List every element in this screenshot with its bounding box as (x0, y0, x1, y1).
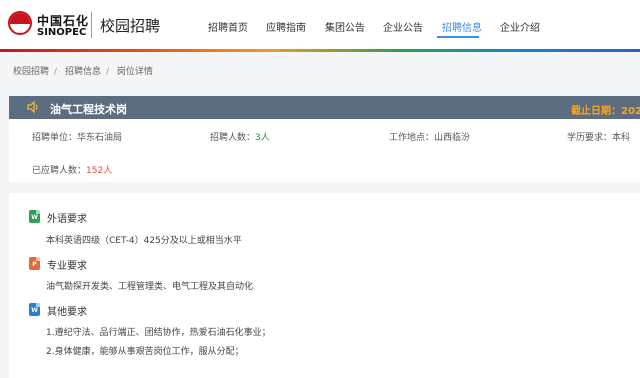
sinopec-logo-icon[interactable] (8, 11, 32, 35)
field-count-label: 招聘人数： (210, 133, 256, 143)
requirement-text-language: 本科英语四级（CET-4）425分及以上或相当水平 (46, 236, 242, 246)
field-education-label: 学历要求： (567, 133, 613, 143)
active-nav-underline (437, 36, 479, 38)
field-education: 学历要求：本科 (567, 130, 630, 143)
field-location-value: 山西临汾 (434, 133, 471, 143)
requirement-text-other-2: 2.身体健康，能够从事艰苦岗位工作，服从分配； (46, 347, 244, 357)
word-doc-icon: W (29, 303, 40, 316)
nav-item-company-notice[interactable]: 企业公告 (383, 19, 423, 34)
breadcrumb-job-detail: 岗位详情 (116, 67, 153, 77)
ppt-doc-icon: P (29, 257, 40, 270)
breadcrumb-campus[interactable]: 校园招聘 (13, 67, 49, 77)
brand-color-strip (0, 49, 640, 52)
word-doc-icon: W (29, 210, 40, 223)
requirement-title-other: 其他要求 (47, 307, 87, 318)
field-applied: 已应聘人数：152人 (32, 163, 112, 176)
nav-item-recruit-info[interactable]: 招聘信息 (442, 19, 482, 34)
requirement-text-major: 油气勘探开发类、工程管理类、电气工程及其自动化 (46, 282, 254, 292)
breadcrumb-recruit-info[interactable]: 招聘信息 (65, 67, 101, 77)
field-unit: 招聘单位：华东石油局 (32, 130, 122, 143)
job-deadline: 截止日期：2020年 (571, 106, 640, 117)
job-requirements-card: W 外语要求 本科英语四级（CET-4）425分及以上或相当水平 P 专业要求 … (9, 193, 640, 378)
job-summary-card: 油气工程技术岗 截止日期：2020年 招聘单位：华东石油局 招聘人数：3人 工作… (9, 96, 640, 182)
breadcrumb: 校园招聘 / 招聘信息 / 岗位详情 (13, 67, 153, 77)
field-applied-label: 已应聘人数： (32, 166, 87, 176)
speaker-icon (27, 100, 38, 114)
field-applied-value: 152人 (86, 166, 113, 176)
field-unit-label: 招聘单位： (32, 133, 78, 143)
job-title-bar: 油气工程技术岗 截止日期：2020年 (9, 96, 640, 119)
requirement-title-major: 专业要求 (47, 261, 87, 272)
nav-item-company-intro[interactable]: 企业介绍 (500, 19, 540, 34)
field-education-value: 本科 (612, 133, 631, 143)
nav-item-home[interactable]: 招聘首页 (208, 19, 248, 34)
nav-item-guide[interactable]: 应聘指南 (266, 19, 306, 34)
field-location: 工作地点：山西临汾 (389, 130, 470, 143)
nav-item-group-notice[interactable]: 集团公告 (325, 19, 365, 34)
logo-divider (91, 12, 92, 38)
field-count-value: 3人 (255, 133, 270, 143)
logo-english-name[interactable]: SINOPEC (37, 27, 86, 38)
requirement-text-other-1: 1.遵纪守法、品行端正、团结协作，热爱石油石化事业； (46, 328, 271, 338)
field-location-label: 工作地点： (389, 133, 435, 143)
job-title: 油气工程技术岗 (50, 103, 127, 116)
field-count: 招聘人数：3人 (210, 130, 270, 143)
site-title[interactable]: 校园招聘 (100, 15, 160, 36)
requirement-title-language: 外语要求 (47, 214, 87, 225)
field-unit-value: 华东石油局 (77, 133, 123, 143)
site-header: 中国石化 SINOPEC 校园招聘 招聘首页 应聘指南 集团公告 企业公告 招聘… (0, 0, 640, 51)
